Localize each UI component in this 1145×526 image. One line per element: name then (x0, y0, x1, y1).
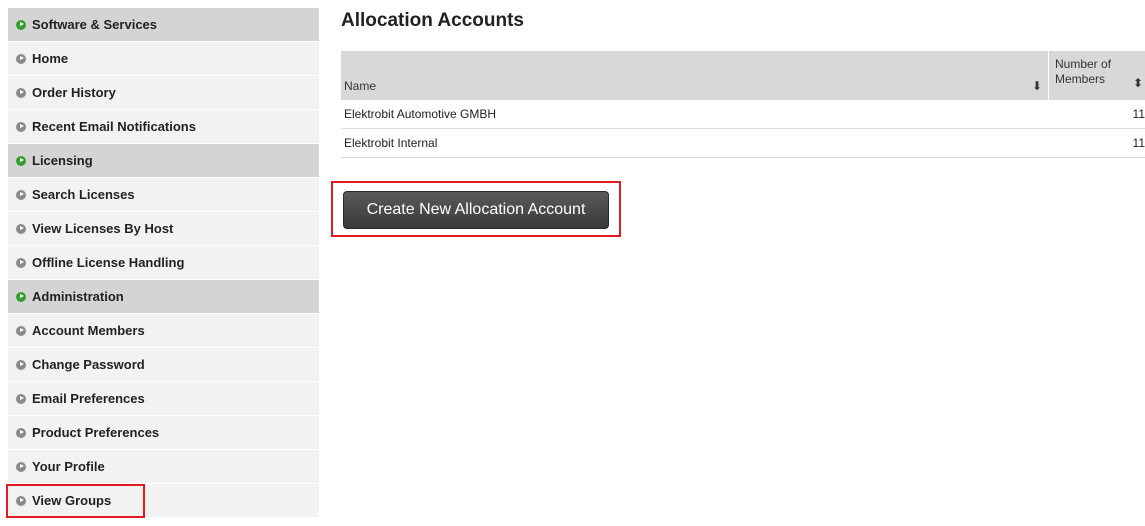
sidebar-item-label: Home (32, 51, 69, 66)
account-name-cell[interactable]: Elektrobit Internal (341, 136, 1049, 150)
sidebar-item-label: View Licenses By Host (32, 221, 174, 236)
sort-both-icon[interactable]: ⬍ (1133, 76, 1143, 91)
sidebar-item-view-licenses-by-host[interactable]: View Licenses By Host (8, 212, 319, 246)
arrow-bullet-icon (16, 223, 26, 234)
sidebar-item-label: Search Licenses (32, 187, 135, 202)
arrow-bullet-icon (16, 257, 26, 268)
sidebar-item-label: Product Preferences (32, 425, 160, 440)
sidebar-section-software-services[interactable]: Software & Services (8, 8, 319, 42)
sidebar-section-licensing[interactable]: Licensing (8, 144, 319, 178)
sort-descending-icon[interactable]: ⬇ (1032, 79, 1042, 93)
sidebar-item-label: Account Members (32, 323, 145, 338)
arrow-bullet-icon (16, 189, 26, 200)
sidebar-item-home[interactable]: Home (8, 42, 319, 76)
sidebar-section-label: Administration (32, 289, 124, 304)
sidebar-item-label: Email Preferences (32, 391, 145, 406)
sidebar-nav: Software & Services Home Order History R… (6, 8, 319, 518)
create-new-allocation-account-button[interactable]: Create New Allocation Account (343, 191, 609, 229)
sidebar-item-label: Order History (32, 85, 116, 100)
column-header-name[interactable]: Name ⬇ (341, 51, 1049, 100)
arrow-bullet-icon (16, 359, 26, 370)
column-header-label: Name (344, 79, 377, 93)
sidebar-section-administration[interactable]: Administration (8, 280, 319, 314)
member-count-cell: 11 (1132, 136, 1145, 150)
table-header: Name ⬇ Number of Members ⬍ (341, 51, 1145, 100)
sidebar-item-label: Offline License Handling (32, 255, 185, 270)
arrow-bullet-icon (16, 291, 26, 302)
sidebar-item-product-preferences[interactable]: Product Preferences (8, 416, 319, 450)
column-header-label: Members (1055, 72, 1106, 86)
sidebar-item-email-preferences[interactable]: Email Preferences (8, 382, 319, 416)
sidebar-item-label: View Groups (32, 493, 112, 508)
column-header-label: Number of (1055, 57, 1112, 71)
arrow-bullet-icon (16, 87, 26, 98)
arrow-bullet-icon (16, 427, 26, 438)
account-name-cell[interactable]: Elektrobit Automotive GMBH (341, 107, 1049, 121)
arrow-bullet-icon (16, 19, 26, 30)
sidebar-item-label: Recent Email Notifications (32, 119, 196, 134)
allocation-accounts-table: Name ⬇ Number of Members ⬍ Elektrobit Au… (341, 51, 1145, 158)
arrow-bullet-icon (16, 325, 26, 336)
sidebar-item-change-password[interactable]: Change Password (8, 348, 319, 382)
create-button-highlight: Create New Allocation Account (331, 181, 621, 237)
arrow-bullet-icon (16, 53, 26, 64)
page-title: Allocation Accounts (341, 10, 524, 31)
sidebar-item-label: Change Password (32, 357, 145, 372)
sidebar-item-account-members[interactable]: Account Members (8, 314, 319, 348)
sidebar-item-search-licenses[interactable]: Search Licenses (8, 178, 319, 212)
sidebar-item-view-groups[interactable]: View Groups (6, 484, 319, 518)
sidebar-item-offline-license-handling[interactable]: Offline License Handling (8, 246, 319, 280)
sidebar-item-your-profile[interactable]: Your Profile (8, 450, 319, 484)
table-row[interactable]: Elektrobit Internal 11 (341, 129, 1145, 158)
arrow-bullet-icon (16, 393, 26, 404)
sidebar-item-label: Your Profile (32, 459, 105, 474)
sidebar-item-recent-email-notifications[interactable]: Recent Email Notifications (8, 110, 319, 144)
arrow-bullet-icon (16, 155, 26, 166)
table-row[interactable]: Elektrobit Automotive GMBH 11 (341, 100, 1145, 129)
column-header-members[interactable]: Number of Members ⬍ (1049, 51, 1145, 100)
sidebar-item-order-history[interactable]: Order History (8, 76, 319, 110)
arrow-bullet-icon (16, 461, 26, 472)
sidebar-section-label: Software & Services (32, 17, 158, 32)
arrow-bullet-icon (16, 121, 26, 132)
arrow-bullet-icon (16, 495, 26, 506)
member-count-cell: 11 (1132, 107, 1145, 121)
sidebar-section-label: Licensing (32, 153, 93, 168)
